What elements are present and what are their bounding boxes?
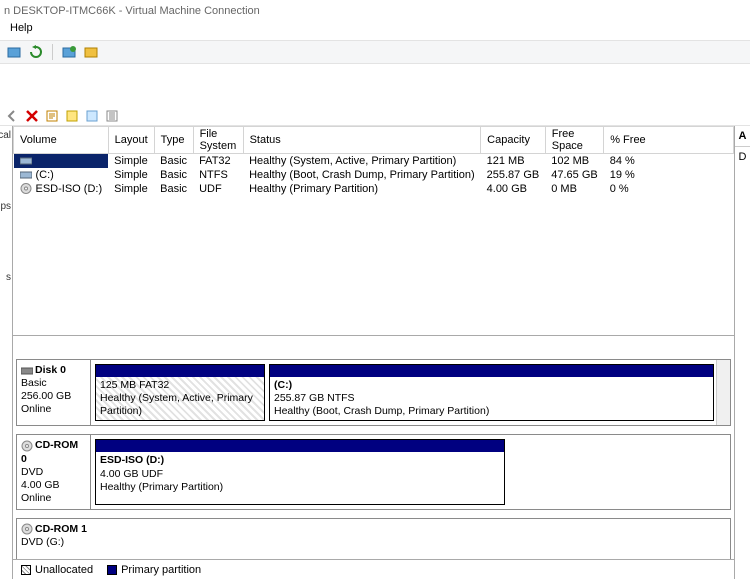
volume-icon (20, 183, 34, 194)
col-layout[interactable]: Layout (108, 127, 154, 154)
swatch-unallocated (21, 565, 31, 575)
right-label-1: A (735, 130, 750, 142)
gutter-label-3: s (6, 272, 11, 283)
menu-bar: Help (0, 22, 750, 40)
toolbar-icon-2[interactable] (28, 44, 44, 60)
gutter-label-1: cal (0, 130, 11, 141)
legend: Unallocated Primary partition (13, 559, 734, 579)
properties-icon[interactable] (44, 108, 60, 124)
table-row[interactable]: (C:)SimpleBasicNTFSHealthy (Boot, Crash … (14, 168, 734, 182)
toolbar-icon-4[interactable] (83, 44, 99, 60)
help-icon[interactable] (84, 108, 100, 124)
stripe (96, 440, 504, 452)
col-type[interactable]: Type (154, 127, 193, 154)
delete-icon[interactable] (24, 108, 40, 124)
disk-mgmt: Volume Layout Type File System Status Ca… (13, 126, 734, 579)
disk-0[interactable]: Disk 0 Basic 256.00 GB Online 125 MB FAT… (16, 359, 731, 426)
toolbar-icon-1[interactable] (6, 44, 22, 60)
back-icon[interactable] (4, 108, 20, 124)
disk-0-part-1[interactable]: (C:) 255.87 GB NTFS Healthy (Boot, Crash… (269, 364, 714, 421)
dvd-icon (21, 523, 33, 535)
cdrom-0-body: ESD-ISO (D:) 4.00 GB UDF Healthy (Primar… (91, 435, 730, 509)
toolbar-sep-1 (52, 44, 53, 60)
stripe (96, 365, 264, 377)
window-title: n DESKTOP-ITMC66K - Virtual Machine Conn… (0, 0, 750, 22)
table-row[interactable]: ESD-ISO (D:)SimpleBasicUDFHealthy (Prima… (14, 182, 734, 196)
volume-table: Volume Layout Type File System Status Ca… (13, 126, 734, 196)
vm-toolbar (0, 40, 750, 64)
cdrom-1[interactable]: CD-ROM 1 DVD (G:) No Media (16, 518, 731, 559)
swatch-primary (107, 565, 117, 575)
volume-icon (20, 169, 34, 180)
disk-0-header[interactable]: Disk 0 Basic 256.00 GB Online (17, 360, 91, 425)
left-gutter: cal ps s (0, 126, 13, 579)
toolbar-icon-3[interactable] (61, 44, 77, 60)
vm-window: n DESKTOP-ITMC66K - Virtual Machine Conn… (0, 0, 750, 579)
title-text: n DESKTOP-ITMC66K - Virtual Machine Conn… (4, 5, 260, 17)
legend-primary: Primary partition (107, 564, 201, 576)
stripe (270, 365, 713, 377)
disk-icon (21, 364, 33, 376)
scrollbar[interactable] (716, 360, 730, 425)
right-gutter: A D (734, 126, 750, 579)
col-volume[interactable]: Volume (14, 127, 109, 154)
table-row[interactable]: SimpleBasicFAT32Healthy (System, Active,… (14, 154, 734, 168)
col-fs[interactable]: File System (193, 127, 243, 154)
right-label-2: D (735, 151, 750, 163)
col-free[interactable]: Free Space (545, 127, 603, 154)
menu-help[interactable]: Help (4, 20, 39, 36)
mmc-toolbar (0, 106, 750, 126)
cdrom-1-body (91, 519, 730, 559)
cdrom-1-header[interactable]: CD-ROM 1 DVD (G:) No Media (17, 519, 91, 559)
disk-0-part-0[interactable]: 125 MB FAT32 Healthy (System, Active, Pr… (95, 364, 265, 421)
main-area: cal ps s Volume Layout Type File System … (0, 126, 750, 579)
cdrom-0-header[interactable]: CD-ROM 0 DVD 4.00 GB Online (17, 435, 91, 509)
disk-0-body: 125 MB FAT32 Healthy (System, Active, Pr… (91, 360, 730, 425)
col-capacity[interactable]: Capacity (481, 127, 546, 154)
list-icon[interactable] (104, 108, 120, 124)
col-pfree[interactable]: % Free (604, 127, 734, 154)
ribbon-gap (0, 64, 750, 106)
gutter-label-2: ps (0, 201, 11, 212)
cdrom-0[interactable]: CD-ROM 0 DVD 4.00 GB Online ESD-ISO (D:)… (16, 434, 731, 510)
col-status[interactable]: Status (243, 127, 481, 154)
volume-list[interactable]: Volume Layout Type File System Status Ca… (13, 126, 734, 336)
volume-icon (20, 155, 34, 166)
header-row[interactable]: Volume Layout Type File System Status Ca… (14, 127, 734, 154)
new-icon[interactable] (64, 108, 80, 124)
cdrom-0-part-0[interactable]: ESD-ISO (D:) 4.00 GB UDF Healthy (Primar… (95, 439, 505, 505)
legend-unallocated: Unallocated (21, 564, 93, 576)
dvd-icon (21, 440, 33, 452)
disk-graph[interactable]: Disk 0 Basic 256.00 GB Online 125 MB FAT… (13, 336, 734, 559)
